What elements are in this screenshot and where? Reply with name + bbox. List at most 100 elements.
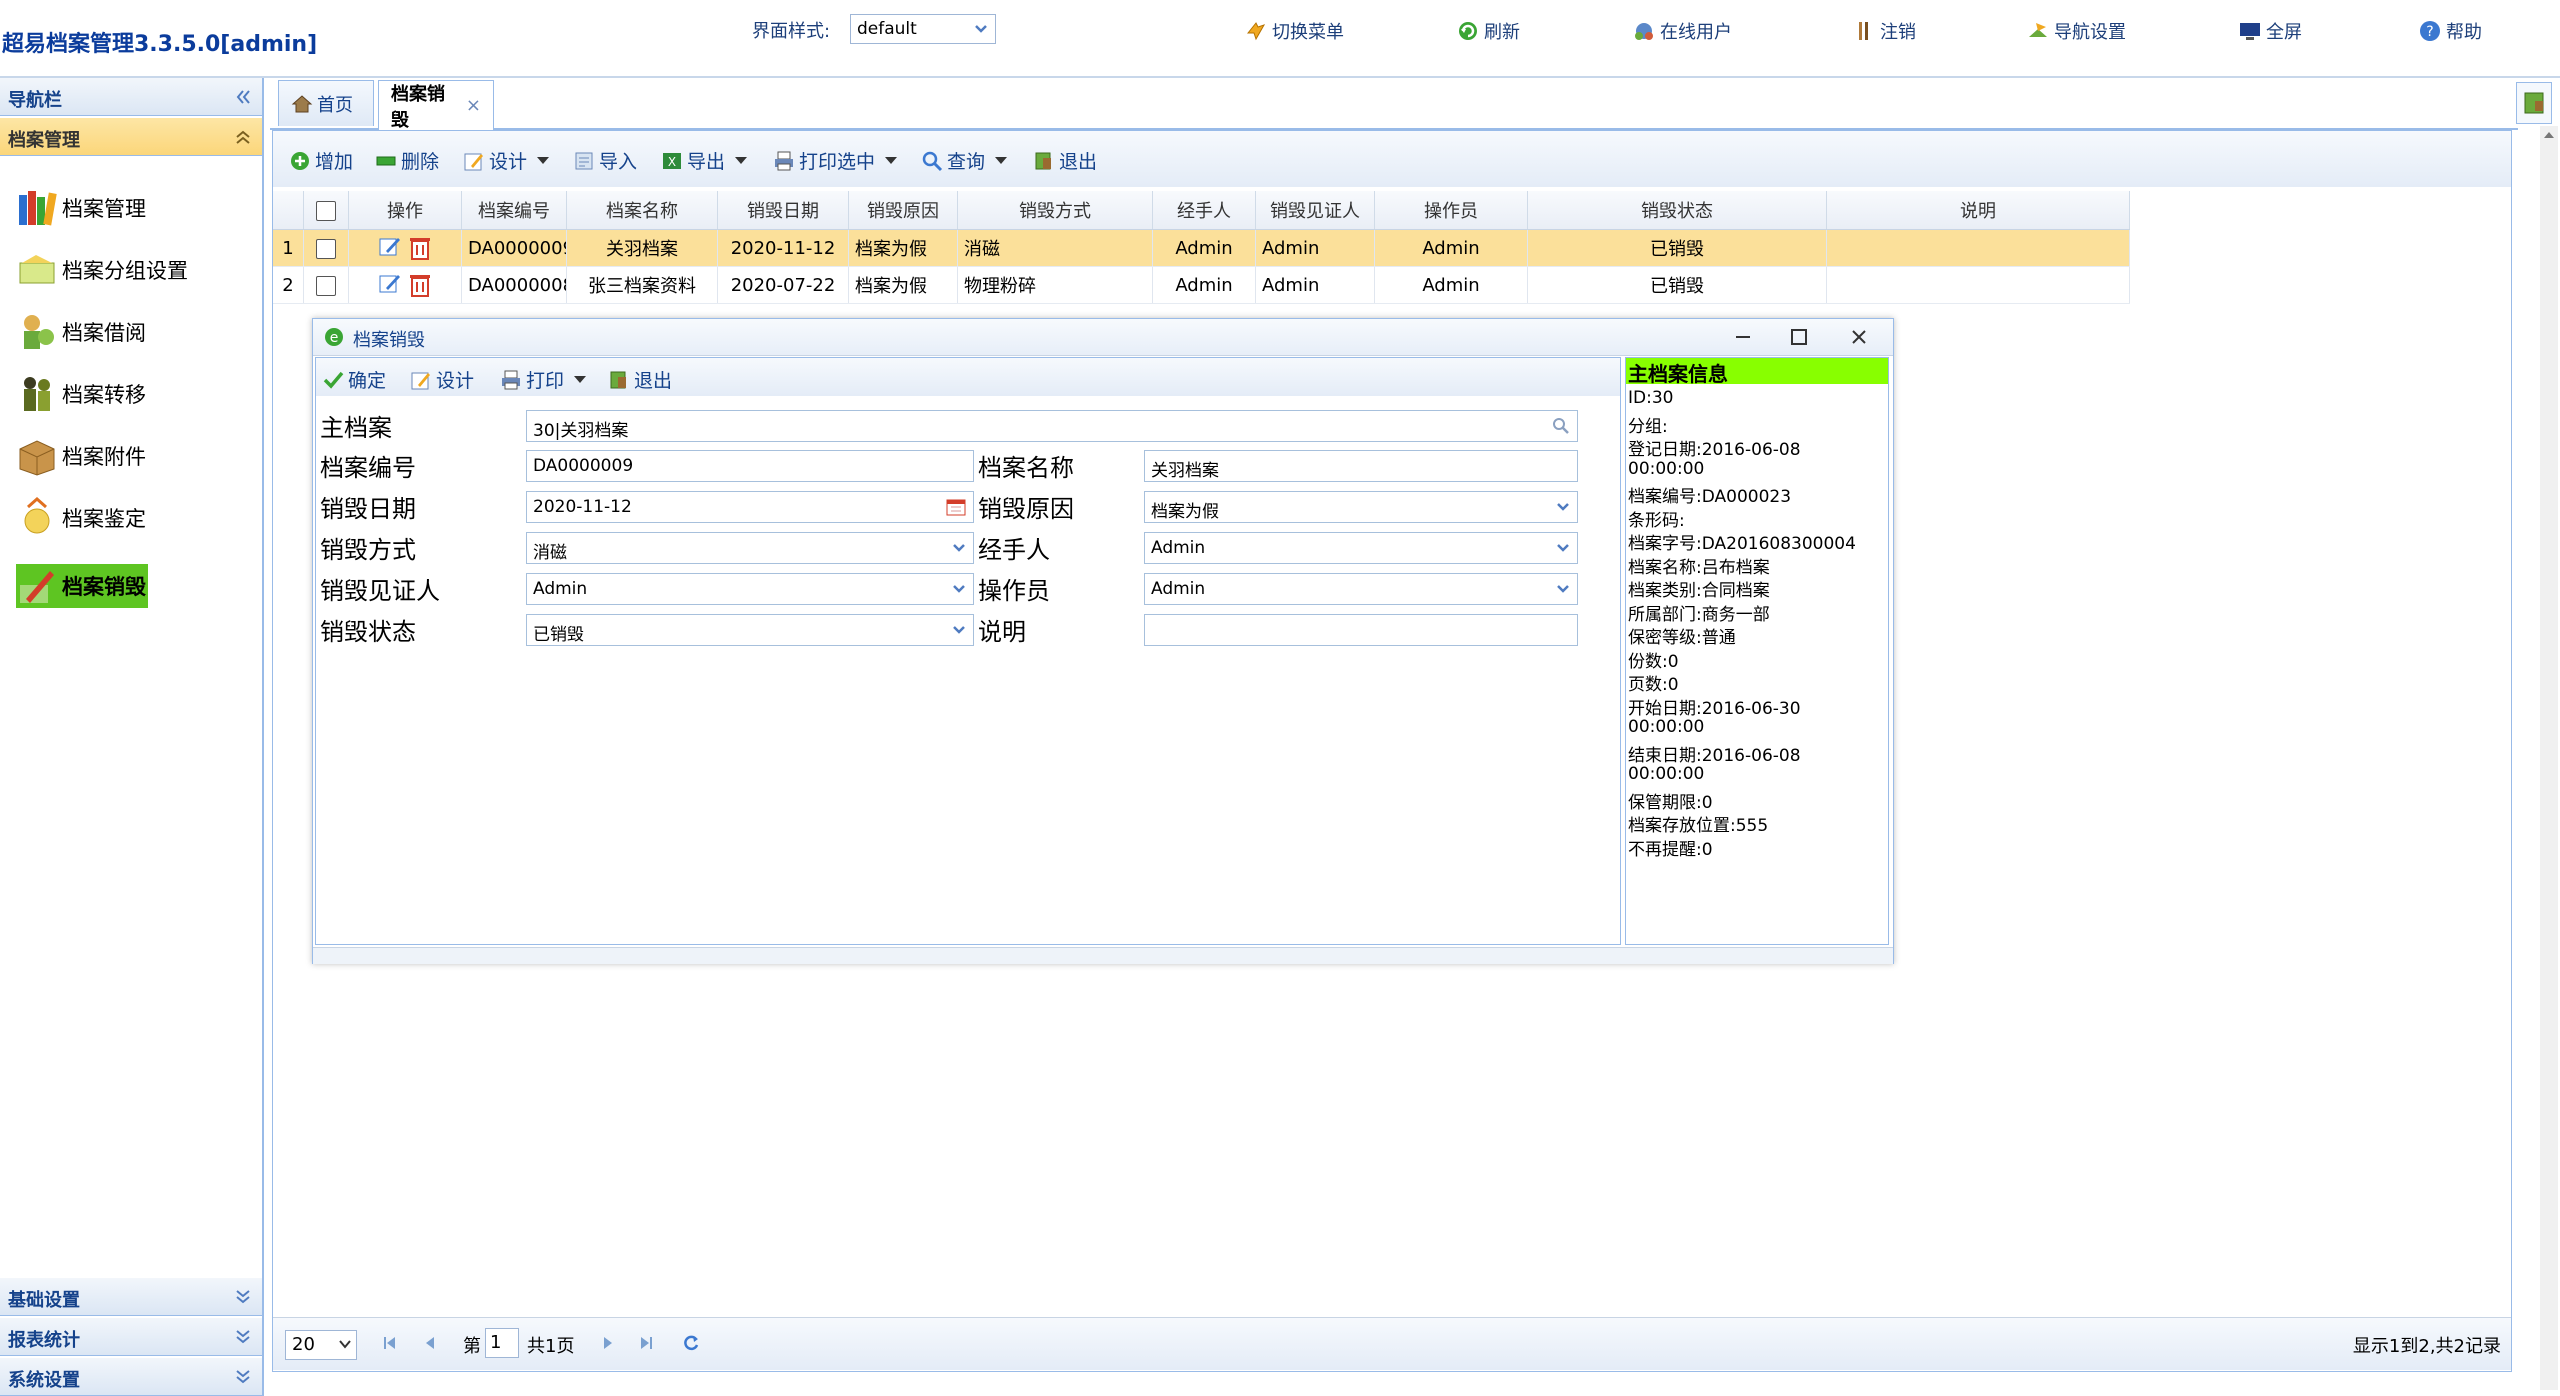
- chevron-down-icon: [951, 581, 967, 597]
- collapse-left-icon[interactable]: [234, 88, 252, 106]
- note-input[interactable]: [1144, 614, 1578, 646]
- handler-select[interactable]: Admin: [1144, 532, 1578, 564]
- row-checkbox-cell[interactable]: [303, 266, 349, 304]
- sidebar-item-destroy[interactable]: 档案销毁: [16, 564, 148, 608]
- style-select[interactable]: default: [850, 14, 996, 44]
- column-header[interactable]: 销毁状态: [1527, 191, 1827, 230]
- row-checkbox[interactable]: [316, 275, 336, 296]
- status-select[interactable]: 已销毁: [526, 614, 974, 646]
- close-icon[interactable]: ×: [466, 95, 481, 116]
- master-archive-input[interactable]: 30|关羽档案: [526, 410, 1578, 442]
- column-header[interactable]: 销毁原因: [848, 191, 958, 230]
- next-page-icon[interactable]: [599, 1334, 617, 1352]
- last-page-icon[interactable]: [637, 1334, 655, 1352]
- operator-select[interactable]: Admin: [1144, 573, 1578, 605]
- page-number-input[interactable]: 1: [485, 1328, 519, 1358]
- design-icon: [463, 150, 485, 172]
- page-size-select[interactable]: 20: [285, 1330, 357, 1360]
- tab-home[interactable]: 首页: [278, 80, 374, 126]
- trash-icon[interactable]: [408, 235, 432, 261]
- column-header[interactable]: 操作员: [1374, 191, 1528, 230]
- sidebar-item-transfer[interactable]: 档案转移: [16, 372, 146, 416]
- close-icon[interactable]: [1849, 327, 1869, 347]
- info-line: 档案名称:吕布档案: [1628, 557, 1770, 578]
- nav-settings-label: 导航设置: [2054, 22, 2126, 43]
- nav-settings-link[interactable]: 导航设置: [2026, 18, 2126, 44]
- method-select[interactable]: 消磁: [526, 532, 974, 564]
- logout-link[interactable]: 注销: [1852, 18, 1916, 44]
- master-info-panel: 主档案信息 ID:30 分组: 登记日期:2016-06-08 00:00:00 档案编…: [1625, 357, 1889, 945]
- confirm-button[interactable]: 确定: [322, 366, 386, 393]
- design-button[interactable]: 设计: [463, 147, 550, 174]
- column-header[interactable]: 操作: [348, 191, 462, 230]
- info-line: 保管期限:0: [1628, 792, 1713, 813]
- edit-icon[interactable]: [378, 235, 402, 261]
- sidebar-item-attachment[interactable]: 档案附件: [16, 434, 146, 478]
- column-header[interactable]: 档案名称: [566, 191, 718, 230]
- first-page-icon[interactable]: [381, 1334, 399, 1352]
- handler-label: 经手人: [978, 536, 1050, 564]
- sidebar-item-archive-management[interactable]: 档案管理: [16, 186, 146, 230]
- fullscreen-link[interactable]: 全屏: [2238, 18, 2302, 44]
- cell-operator: Admin: [1374, 229, 1528, 267]
- master-archive-value: 30|关羽档案: [533, 421, 629, 441]
- help-link[interactable]: ? 帮助: [2418, 18, 2482, 44]
- sidebar-group-basic-settings[interactable]: 基础设置: [0, 1278, 262, 1316]
- sidebar-item-appraisal[interactable]: 档案鉴定: [16, 496, 146, 540]
- row-checkbox[interactable]: [316, 238, 336, 259]
- calendar-icon[interactable]: [945, 497, 967, 517]
- minimize-icon[interactable]: [1733, 327, 1753, 347]
- print-selected-button[interactable]: 打印选中: [773, 147, 898, 174]
- search-icon[interactable]: [1551, 416, 1571, 436]
- sidebar-group-reports[interactable]: 报表统计: [0, 1318, 262, 1356]
- witness-select[interactable]: Admin: [526, 573, 974, 605]
- vertical-scrollbar[interactable]: [2540, 126, 2558, 1390]
- column-header-select[interactable]: [303, 191, 349, 230]
- query-button[interactable]: 查询: [921, 147, 1008, 174]
- dialog-design-button[interactable]: 设计: [410, 366, 474, 393]
- column-header[interactable]: 档案编号: [461, 191, 567, 230]
- refresh-label: 刷新: [1484, 22, 1520, 43]
- sidebar-item-group-settings[interactable]: 档案分组设置: [16, 248, 188, 292]
- exit-button[interactable]: 退出: [1033, 147, 1097, 174]
- prev-page-icon[interactable]: [421, 1334, 439, 1352]
- nav-settings-icon: [2026, 19, 2050, 43]
- column-header[interactable]: 销毁方式: [957, 191, 1153, 230]
- refresh-icon[interactable]: [681, 1333, 701, 1353]
- row-checkbox-cell[interactable]: [303, 229, 349, 267]
- trash-icon[interactable]: [408, 272, 432, 298]
- sidebar-item-label: 档案鉴定: [62, 507, 146, 531]
- sidebar-item-borrow[interactable]: 档案借阅: [16, 310, 146, 354]
- code-input[interactable]: DA0000009: [526, 450, 974, 482]
- delete-button[interactable]: 删除: [375, 147, 439, 174]
- export-button[interactable]: X 导出: [661, 147, 748, 174]
- maximize-icon[interactable]: [1789, 327, 1809, 347]
- sidebar-group-system-settings[interactable]: 系统设置: [0, 1358, 262, 1396]
- edit-icon[interactable]: [378, 272, 402, 298]
- code-value: DA0000009: [533, 456, 634, 476]
- table-row[interactable]: 2 DA0000008 张三档案资料 2020-07-22 档案为假 物理粉碎 …: [273, 266, 2130, 304]
- table-row[interactable]: 1 DA0000009 关羽档案 2020-11-12 档案为假 消磁 Admi…: [273, 229, 2130, 267]
- dialog-print-button[interactable]: 打印: [500, 366, 587, 393]
- switch-menu-link[interactable]: 切换菜单: [1244, 18, 1344, 44]
- select-all-checkbox[interactable]: [316, 200, 336, 221]
- sidebar-group-archive[interactable]: 档案管理: [0, 118, 262, 156]
- date-input[interactable]: 2020-11-12: [526, 491, 974, 523]
- dialog-header[interactable]: e 档案销毁: [313, 319, 1893, 356]
- sidebar-group-title: 档案管理: [8, 130, 80, 151]
- dialog-exit-button[interactable]: 退出: [608, 366, 672, 393]
- reason-select[interactable]: 档案为假: [1144, 491, 1578, 523]
- column-header[interactable]: 销毁见证人: [1255, 191, 1375, 230]
- name-input[interactable]: 关羽档案: [1144, 450, 1578, 482]
- online-users-link[interactable]: 在线用户: [1632, 18, 1732, 44]
- column-header[interactable]: 经手人: [1152, 191, 1256, 230]
- cell-witness: Admin: [1255, 266, 1375, 304]
- import-button[interactable]: 导入: [573, 147, 637, 174]
- refresh-link[interactable]: 刷新: [1456, 18, 1520, 44]
- column-header[interactable]: 说明: [1826, 191, 2130, 230]
- tab-destroy[interactable]: 档案销毁 ×: [378, 80, 494, 131]
- exit-panel-icon[interactable]: [2516, 82, 2552, 124]
- column-header[interactable]: 销毁日期: [717, 191, 849, 230]
- dialog-print-label: 打印: [526, 370, 565, 392]
- add-button[interactable]: 增加: [289, 147, 353, 174]
